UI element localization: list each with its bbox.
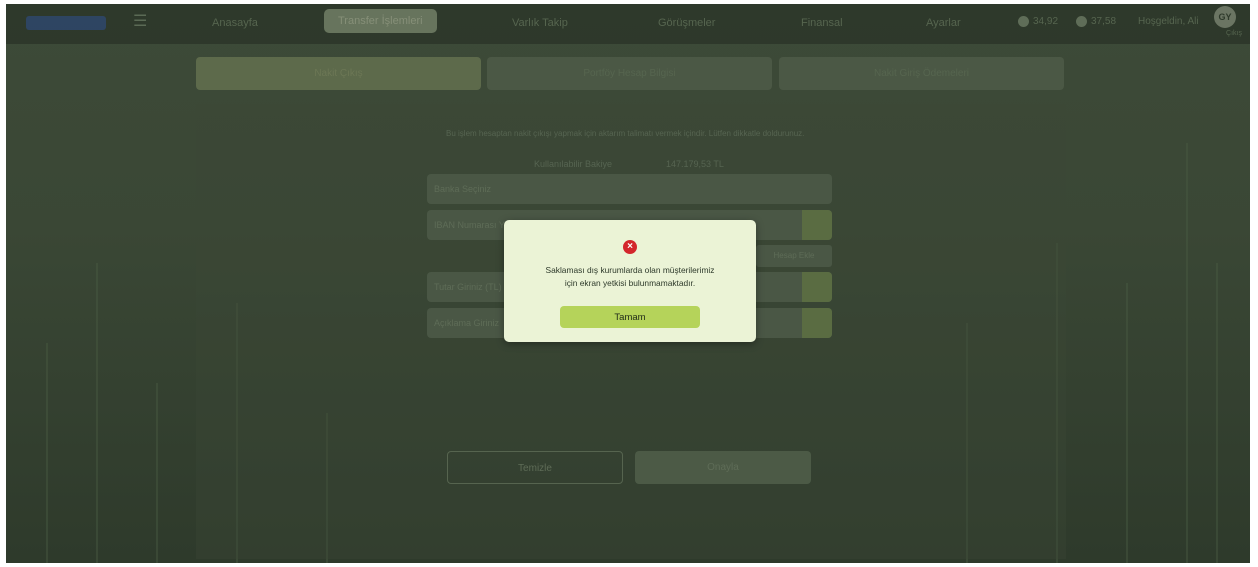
- nav-asset-tracking[interactable]: Varlık Takip: [512, 17, 568, 29]
- error-message: Saklaması dış kurumlarda olan müşteriler…: [545, 265, 715, 288]
- brand-logo: [26, 16, 106, 30]
- ok-button[interactable]: Tamam: [560, 306, 700, 328]
- balance-value: 147.179,53 TL: [666, 159, 724, 169]
- clear-button[interactable]: Temizle: [447, 451, 623, 484]
- add-account-button[interactable]: Hesap Ekle: [756, 245, 832, 267]
- tab-cash-in-payments[interactable]: Nakit Giriş Ödemeleri: [779, 57, 1064, 90]
- nav-settings[interactable]: Ayarlar: [926, 17, 961, 29]
- nav-home[interactable]: Anasayfa: [212, 17, 258, 29]
- balance-label: Kullanılabilir Bakiye: [534, 159, 613, 169]
- nav-transfer[interactable]: Transfer İşlemleri: [324, 9, 437, 33]
- currency-icon: [1076, 16, 1087, 27]
- error-dialog: × Saklaması dış kurumlarda olan müşteril…: [504, 220, 756, 342]
- tab-cash-out[interactable]: Nakit Çıkış: [196, 57, 481, 90]
- currency-icon: [1018, 16, 1029, 27]
- logout-link[interactable]: Çıkış: [1226, 30, 1242, 37]
- app-window: ☰ Anasayfa Transfer İşlemleri Varlık Tak…: [6, 4, 1250, 563]
- tab-portfolio-account[interactable]: Portföy Hesap Bilgisi: [487, 57, 772, 90]
- form-info-text: Bu işlem hesaptan nakit çıkışı yapmak iç…: [446, 129, 805, 138]
- error-icon: ×: [623, 240, 637, 254]
- menu-icon[interactable]: ☰: [133, 14, 149, 30]
- amount-action-button[interactable]: [802, 272, 832, 302]
- bank-select[interactable]: Banka Seçiniz: [427, 174, 832, 204]
- ticker-usd: 34,92: [1018, 16, 1058, 27]
- ticker-eur: 37,58: [1076, 16, 1116, 27]
- nav-meetings[interactable]: Görüşmeler: [658, 17, 715, 29]
- top-navigation-bar: ☰ Anasayfa Transfer İşlemleri Varlık Tak…: [6, 4, 1250, 44]
- user-greeting: Hoşgeldin, Ali: [1138, 16, 1199, 27]
- nav-financial[interactable]: Finansal: [801, 17, 843, 29]
- iban-action-button[interactable]: [802, 210, 832, 240]
- description-action-button[interactable]: [802, 308, 832, 338]
- confirm-button[interactable]: Onayla: [635, 451, 811, 484]
- avatar[interactable]: GY: [1214, 6, 1236, 28]
